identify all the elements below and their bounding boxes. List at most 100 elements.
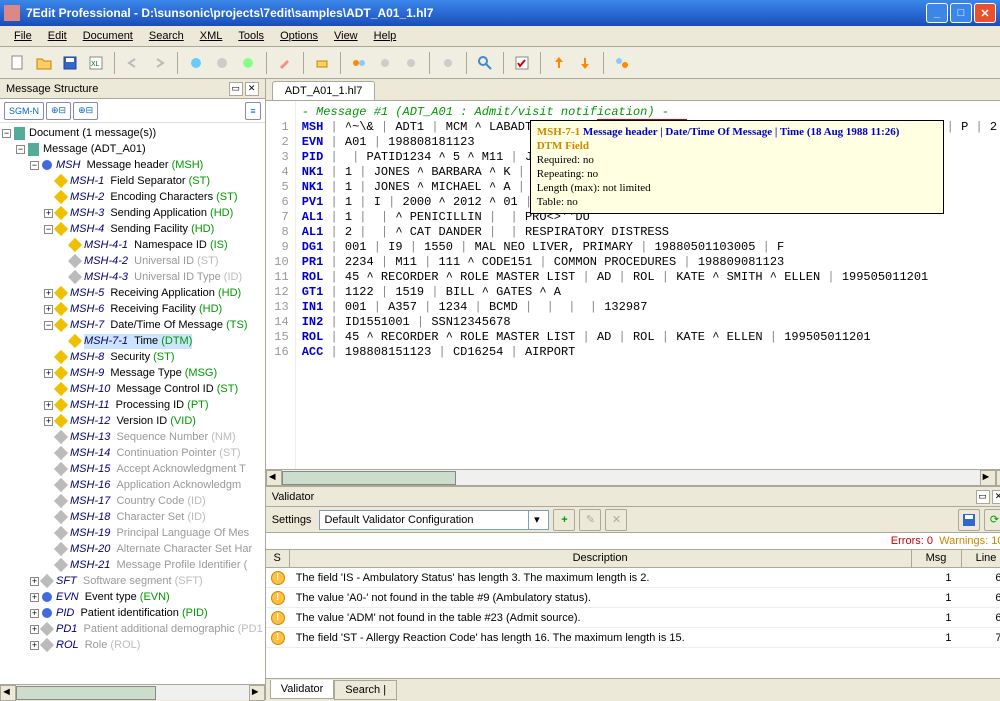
save-results-button[interactable] bbox=[958, 509, 980, 531]
tree-row[interactable]: MSH-4-2 Universal ID (ST) bbox=[2, 253, 263, 269]
validate-button[interactable] bbox=[510, 51, 534, 75]
tree-row[interactable]: +MSH-3 Sending Application (HD) bbox=[2, 205, 263, 221]
scroll-right-button[interactable]: ► bbox=[249, 685, 265, 701]
tree-row[interactable]: +MSH-9 Message Type (MSG) bbox=[2, 365, 263, 381]
delete-config-button[interactable]: ✕ bbox=[605, 509, 627, 531]
tool-h[interactable] bbox=[399, 51, 423, 75]
chevron-down-icon[interactable]: ▾ bbox=[528, 511, 544, 529]
tree-row[interactable]: −Message (ADT_A01) bbox=[2, 141, 263, 157]
tree-row[interactable]: MSH-4-1 Namespace ID (IS) bbox=[2, 237, 263, 253]
tool-e[interactable] bbox=[310, 51, 334, 75]
validator-close-button[interactable]: ✕ bbox=[992, 490, 1000, 504]
tree-row[interactable]: MSH-17 Country Code (ID) bbox=[2, 493, 263, 509]
tool-i[interactable] bbox=[436, 51, 460, 75]
tree-row[interactable]: MSH-4-3 Universal ID Type (ID) bbox=[2, 269, 263, 285]
scroll-left-button[interactable]: ◄ bbox=[266, 470, 282, 486]
validator-tab[interactable]: Validator bbox=[270, 680, 335, 699]
validator-row[interactable]: !The field 'ST - Allergy Reaction Code' … bbox=[266, 628, 1000, 648]
panel-close-button[interactable]: ✕ bbox=[245, 82, 259, 96]
download-button[interactable] bbox=[573, 51, 597, 75]
refresh-button[interactable]: ⟳ bbox=[984, 509, 1000, 531]
tree-row[interactable]: +MSH-6 Receiving Facility (HD) bbox=[2, 301, 263, 317]
tree-row[interactable]: MSH-8 Security (ST) bbox=[2, 349, 263, 365]
export-button[interactable]: XL bbox=[84, 51, 108, 75]
edit-config-button[interactable]: ✎ bbox=[579, 509, 601, 531]
tree-row[interactable]: MSH-14 Continuation Pointer (ST) bbox=[2, 445, 263, 461]
upload-button[interactable] bbox=[547, 51, 571, 75]
col-msg[interactable]: Msg bbox=[912, 550, 962, 567]
add-config-button[interactable]: + bbox=[553, 509, 575, 531]
tree-row[interactable]: +MSH-12 Version ID (VID) bbox=[2, 413, 263, 429]
menu-view[interactable]: View bbox=[326, 28, 366, 44]
tree-row[interactable]: MSH-18 Character Set (ID) bbox=[2, 509, 263, 525]
tree-row[interactable]: −MSH-4 Sending Facility (HD) bbox=[2, 221, 263, 237]
tree-row[interactable]: +EVN Event type (EVN) bbox=[2, 589, 263, 605]
new-button[interactable] bbox=[6, 51, 30, 75]
tree-row[interactable]: MSH-10 Message Control ID (ST) bbox=[2, 381, 263, 397]
tool-f[interactable] bbox=[347, 51, 371, 75]
tree-row[interactable]: +PD1 Patient additional demographic (PD1 bbox=[2, 621, 263, 637]
code-line[interactable]: ACC | 198808151123 | CD16254 | AIRPORT bbox=[302, 345, 1000, 360]
code-line[interactable]: ROL | 45 ^ RECORDER ^ ROLE MASTER LIST |… bbox=[302, 330, 1000, 345]
tree-row[interactable]: MSH-21 Message Profile Identifier ( bbox=[2, 557, 263, 573]
validator-row[interactable]: !The field 'IS - Ambulatory Status' has … bbox=[266, 568, 1000, 588]
tree-row[interactable]: −MSH-7 Date/Time Of Message (TS) bbox=[2, 317, 263, 333]
menu-edit[interactable]: Edit bbox=[40, 28, 75, 44]
maximize-button[interactable]: □ bbox=[950, 3, 972, 23]
scroll-right-button[interactable]: ► bbox=[980, 470, 996, 486]
settings-button[interactable] bbox=[610, 51, 634, 75]
tree-row[interactable]: +ROL Role (ROL) bbox=[2, 637, 263, 653]
sgm-button[interactable]: SGM-N bbox=[4, 102, 44, 120]
search-button[interactable] bbox=[473, 51, 497, 75]
tree-row[interactable]: MSH-13 Sequence Number (NM) bbox=[2, 429, 263, 445]
editor-h-scrollbar[interactable]: ◄ ► bbox=[266, 469, 1000, 485]
minimize-button[interactable]: _ bbox=[926, 3, 948, 23]
file-tab[interactable]: ADT_A01_1.hl7 bbox=[272, 81, 376, 100]
validator-config-combo[interactable]: Default Validator Configuration ▾ bbox=[319, 510, 549, 530]
search-tab[interactable]: Search | bbox=[334, 680, 397, 700]
tree-row[interactable]: +MSH-5 Receiving Application (HD) bbox=[2, 285, 263, 301]
struct-btn-3[interactable]: ⊕⊟ bbox=[73, 102, 98, 120]
open-button[interactable] bbox=[32, 51, 56, 75]
menu-tools[interactable]: Tools bbox=[230, 28, 272, 44]
menu-help[interactable]: Help bbox=[366, 28, 405, 44]
tree-row[interactable]: MSH-1 Field Separator (ST) bbox=[2, 173, 263, 189]
code-line[interactable]: DG1 | 001 | I9 | 1550 | MAL NEO LIVER, P… bbox=[302, 240, 1000, 255]
tree[interactable]: −Document (1 message(s))−Message (ADT_A0… bbox=[0, 123, 265, 684]
validator-row[interactable]: !The value 'A0-' not found in the table … bbox=[266, 588, 1000, 608]
tree-row[interactable]: MSH-7-1 Time (DTM) bbox=[2, 333, 263, 349]
tool-d[interactable] bbox=[273, 51, 297, 75]
tree-row[interactable]: +SFT Software segment (SFT) bbox=[2, 573, 263, 589]
menu-file[interactable]: File bbox=[6, 28, 40, 44]
code-line[interactable]: PR1 | 2234 | M11 | 111 ^ CODE151 | COMMO… bbox=[302, 255, 1000, 270]
undo-button[interactable] bbox=[121, 51, 145, 75]
panel-pin-button[interactable]: ▭ bbox=[229, 82, 243, 96]
scroll-left-button[interactable]: ◄ bbox=[0, 685, 16, 701]
tree-row[interactable]: MSH-2 Encoding Characters (ST) bbox=[2, 189, 263, 205]
code-line[interactable]: AL1 | 2 | | ^ CAT DANDER | | RESPIRATORY… bbox=[302, 225, 1000, 240]
redo-button[interactable] bbox=[147, 51, 171, 75]
tree-row[interactable]: −MSH Message header (MSH) bbox=[2, 157, 263, 173]
struct-btn-2[interactable]: ⊕⊟ bbox=[46, 102, 71, 120]
tree-row[interactable]: +PID Patient identification (PID) bbox=[2, 605, 263, 621]
tree-h-scrollbar[interactable]: ◄ ► bbox=[0, 684, 265, 700]
code-line[interactable]: IN2 | ID1551001 | SSN12345678 bbox=[302, 315, 1000, 330]
validator-pin-button[interactable]: ▭ bbox=[976, 490, 990, 504]
col-line[interactable]: Line bbox=[962, 550, 1000, 567]
struct-btn-4[interactable]: ≡ bbox=[245, 102, 260, 120]
tree-row[interactable]: +MSH-11 Processing ID (PT) bbox=[2, 397, 263, 413]
validator-row[interactable]: !The value 'ADM' not found in the table … bbox=[266, 608, 1000, 628]
tree-row[interactable]: −Document (1 message(s)) bbox=[2, 125, 263, 141]
menu-search[interactable]: Search bbox=[141, 28, 192, 44]
tool-c[interactable] bbox=[236, 51, 260, 75]
tool-b[interactable] bbox=[210, 51, 234, 75]
menu-document[interactable]: Document bbox=[75, 28, 141, 44]
tool-g[interactable] bbox=[373, 51, 397, 75]
tree-row[interactable]: MSH-16 Application Acknowledgm bbox=[2, 477, 263, 493]
tool-a[interactable] bbox=[184, 51, 208, 75]
col-description[interactable]: Description bbox=[290, 550, 912, 567]
editor[interactable]: 12345678910111213141516 - Message #1 (AD… bbox=[266, 101, 1000, 469]
tree-row[interactable]: MSH-15 Accept Acknowledgment T bbox=[2, 461, 263, 477]
close-button[interactable]: ✕ bbox=[974, 3, 996, 23]
tree-row[interactable]: MSH-19 Principal Language Of Mes bbox=[2, 525, 263, 541]
